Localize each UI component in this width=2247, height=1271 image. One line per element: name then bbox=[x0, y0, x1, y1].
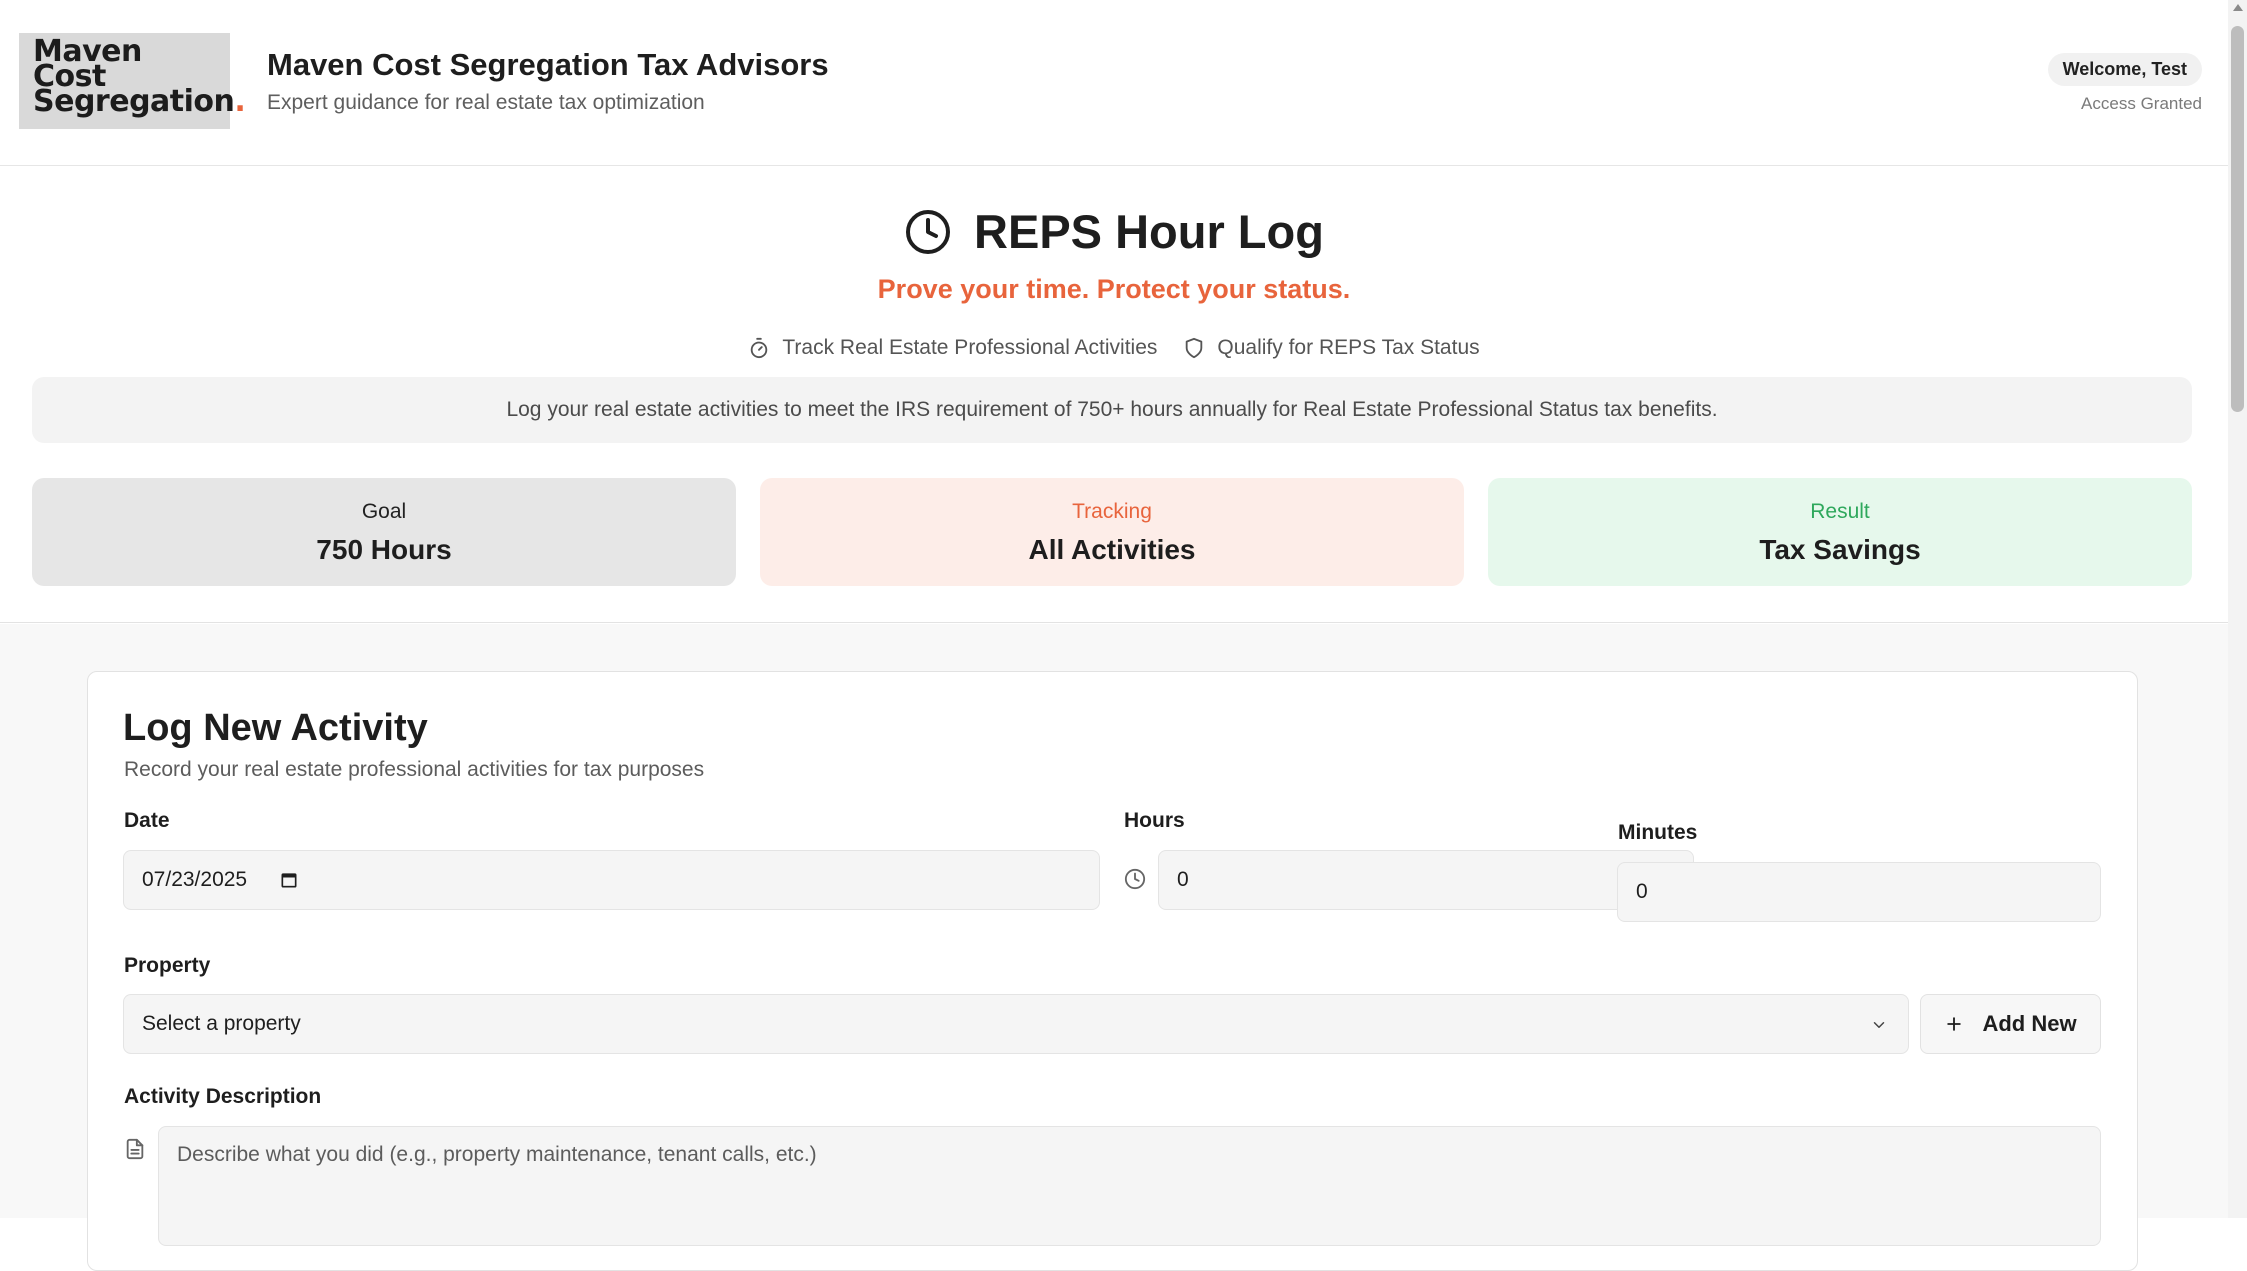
date-label: Date bbox=[124, 809, 170, 832]
form-subtitle: Record your real estate professional act… bbox=[124, 758, 705, 781]
add-new-label: Add New bbox=[1982, 1011, 2077, 1036]
brand-logo[interactable]: Maven Cost Segregation. bbox=[19, 33, 246, 129]
chevron-down-icon bbox=[1873, 1022, 1885, 1028]
hours-value: 0 bbox=[1177, 868, 1189, 891]
info-banner: Log your real estate activities to meet … bbox=[32, 377, 2192, 443]
feature-qualify-label: Qualify for REPS Tax Status bbox=[1217, 336, 1480, 359]
property-placeholder: Select a property bbox=[142, 1012, 301, 1035]
feature-list: Track Real Estate Professional Activitie… bbox=[0, 336, 2228, 360]
welcome-badge: Welcome, Test bbox=[2047, 53, 2202, 86]
access-status: Access Granted bbox=[2081, 94, 2202, 113]
property-select[interactable]: Select a property bbox=[123, 994, 1909, 1054]
add-property-button[interactable]: Add New bbox=[1920, 994, 2101, 1054]
stat-card-tracking: Tracking All Activities bbox=[760, 478, 1464, 586]
minutes-value: 0 bbox=[1636, 880, 1648, 903]
logo-line-3: Segregation. bbox=[33, 84, 246, 119]
stopwatch-icon bbox=[751, 337, 768, 359]
stats-row: Goal 750 Hours Tracking All Activities R… bbox=[32, 478, 2192, 586]
document-icon bbox=[126, 1138, 144, 1160]
page-title: REPS Hour Log bbox=[974, 205, 1324, 258]
app-header: Maven Cost Segregation. Maven Cost Segre… bbox=[0, 0, 2228, 166]
shield-icon bbox=[1186, 337, 1203, 359]
log-activity-card: Log New Activity Record your real estate… bbox=[87, 671, 2138, 1271]
date-input[interactable]: 07/23/2025 bbox=[123, 850, 1100, 910]
activity-description-textarea[interactable]: Describe what you did (e.g., property ma… bbox=[158, 1126, 2101, 1246]
hero-title-row: REPS Hour Log bbox=[0, 204, 2228, 259]
hours-label: Hours bbox=[1124, 809, 1185, 832]
date-value: 07/23/2025 bbox=[142, 868, 248, 891]
stat-goal-value: 750 Hours bbox=[316, 534, 452, 565]
feature-track: Track Real Estate Professional Activitie… bbox=[748, 336, 1157, 360]
property-label: Property bbox=[124, 954, 211, 977]
stat-tracking-label: Tracking bbox=[1072, 500, 1152, 523]
stat-card-goal: Goal 750 Hours bbox=[32, 478, 736, 586]
stat-result-value: Tax Savings bbox=[1759, 534, 1921, 565]
clock-icon bbox=[1124, 868, 1146, 890]
brand-title: Maven Cost Segregation Tax Advisors bbox=[267, 47, 829, 82]
hero-section: REPS Hour Log Prove your time. Protect y… bbox=[0, 166, 2228, 623]
clock-icon bbox=[906, 209, 951, 254]
stat-card-result: Result Tax Savings bbox=[1488, 478, 2192, 586]
feature-track-label: Track Real Estate Professional Activitie… bbox=[782, 336, 1158, 359]
minutes-label: Minutes bbox=[1618, 821, 1698, 844]
stat-result-label: Result bbox=[1810, 500, 1870, 523]
minutes-input[interactable]: 0 bbox=[1617, 862, 2101, 922]
activity-label: Activity Description bbox=[124, 1085, 322, 1108]
stat-tracking-value: All Activities bbox=[1028, 534, 1196, 565]
scrollbar-thumb[interactable] bbox=[2231, 26, 2244, 412]
brand-subtitle: Expert guidance for real estate tax opti… bbox=[267, 91, 705, 114]
feature-qualify: Qualify for REPS Tax Status bbox=[1183, 336, 1480, 360]
tagline: Prove your time. Protect your status. bbox=[877, 274, 1351, 304]
plus-icon bbox=[1947, 1017, 1962, 1031]
form-title: Log New Activity bbox=[123, 707, 428, 749]
activity-placeholder: Describe what you did (e.g., property ma… bbox=[177, 1143, 817, 1166]
calendar-icon[interactable] bbox=[279, 870, 299, 890]
hours-input[interactable]: 0 bbox=[1158, 850, 1694, 910]
stat-goal-label: Goal bbox=[361, 500, 407, 523]
page-scrollbar[interactable] bbox=[2228, 0, 2247, 1218]
scroll-up-arrow-icon[interactable] bbox=[2233, 4, 2243, 11]
